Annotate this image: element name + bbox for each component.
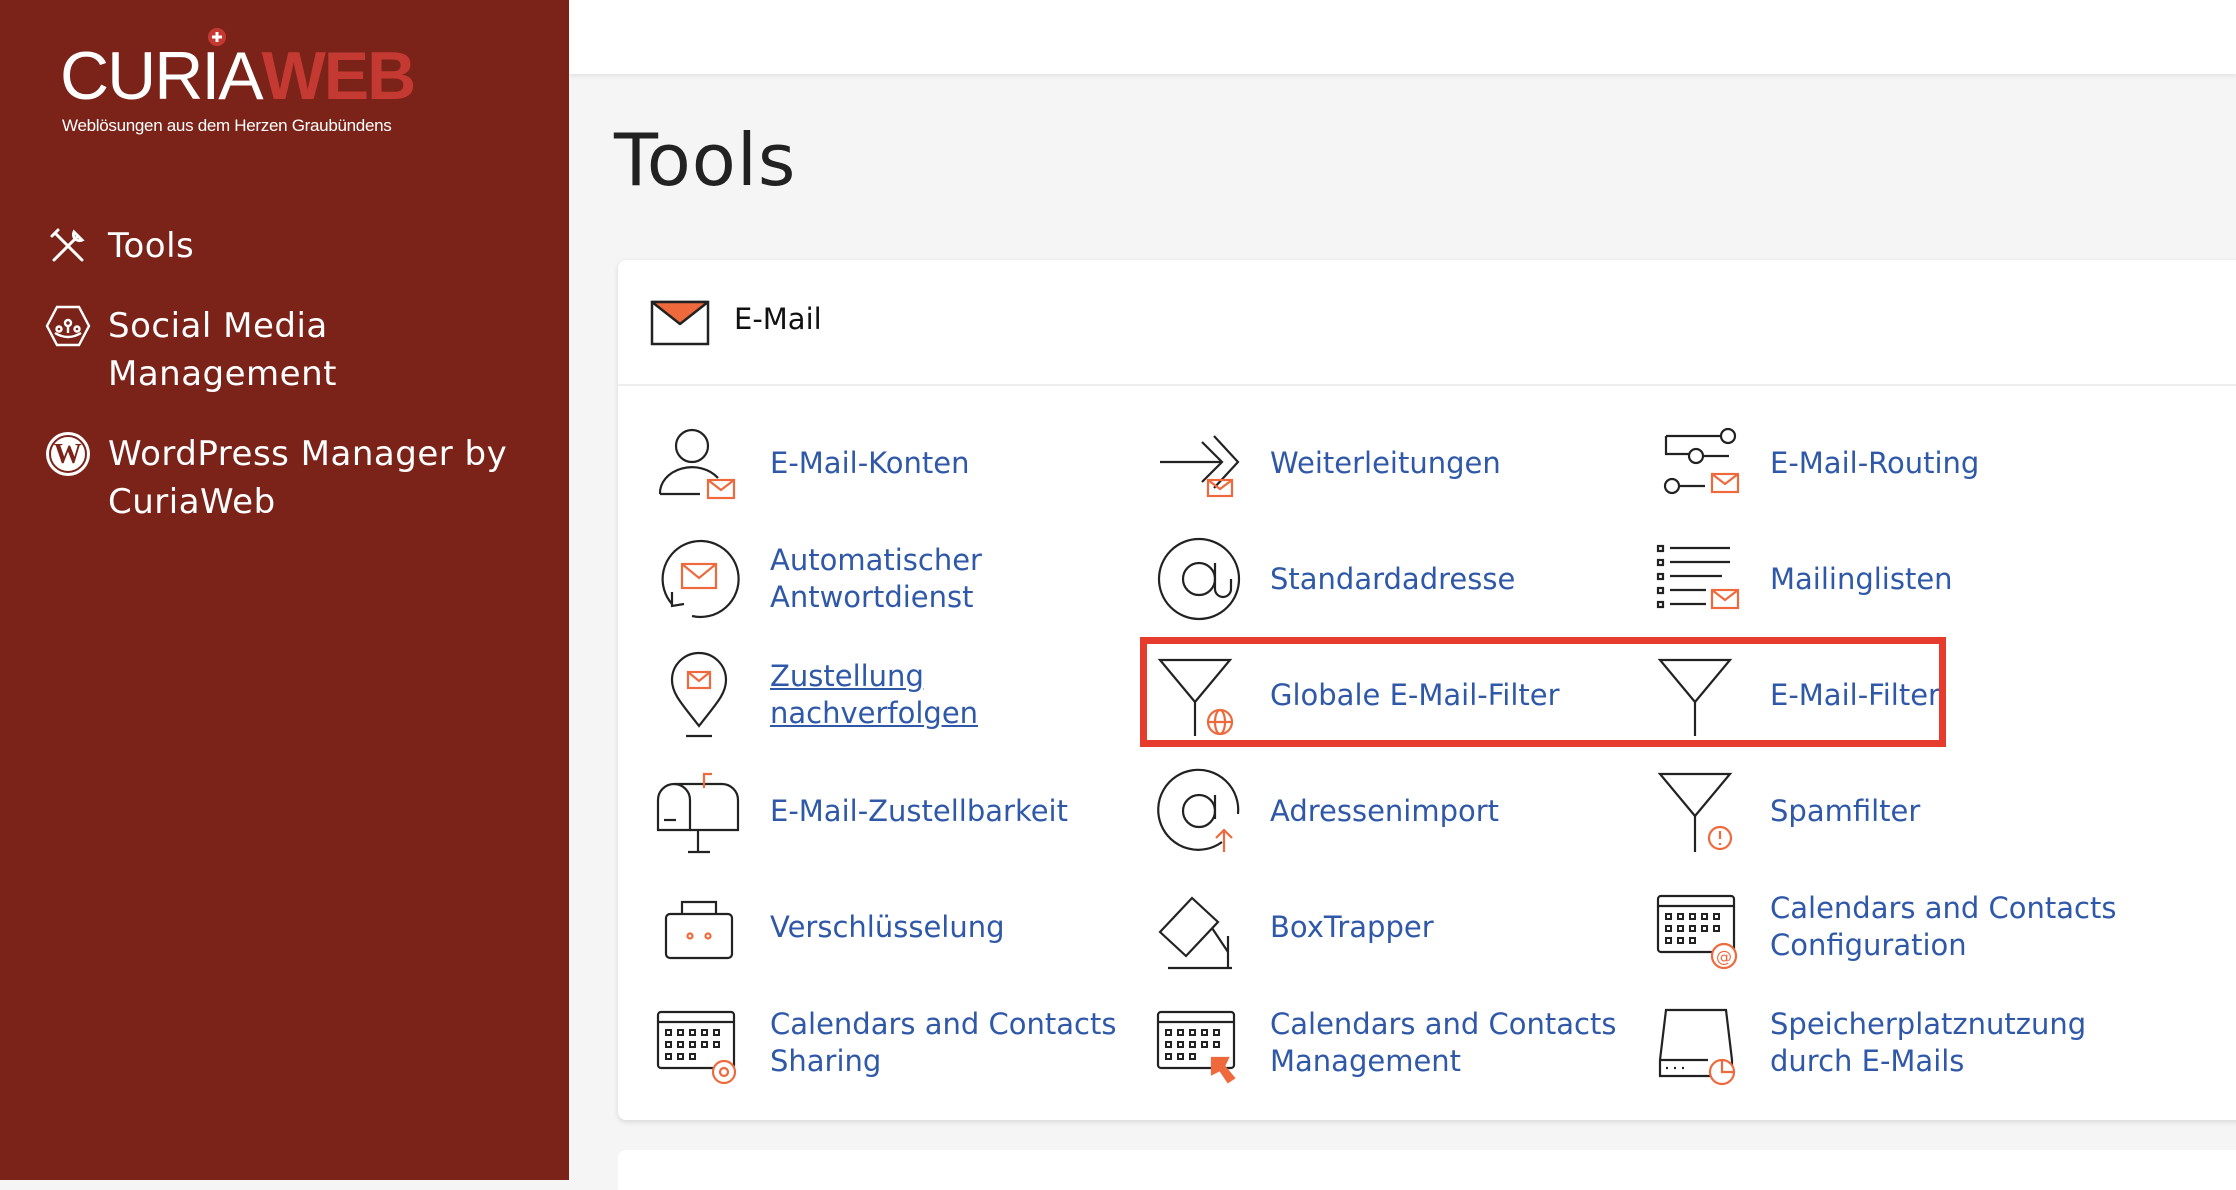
highlight-annotation [1140, 637, 1946, 747]
default-address-icon [1157, 537, 1241, 621]
page-title: Tools [614, 118, 797, 202]
social-media-icon [44, 302, 92, 350]
top-bar [569, 0, 2236, 74]
sidebar: CURIAWEB Weblösungen aus dem Herzen Grau… [0, 0, 569, 1180]
tool-label: Verschlüsselung [770, 909, 1005, 944]
tools-icon [44, 222, 92, 270]
wordpress-icon: W [44, 430, 92, 478]
track-delivery-icon [670, 651, 728, 738]
mailing-lists-icon [1656, 544, 1740, 610]
calendar-config-icon: @ [1656, 894, 1738, 970]
tool-email-routing[interactable]: E-Mail-Routing [1652, 413, 2140, 513]
svg-text:@: @ [1716, 947, 1732, 966]
forwarders-icon [1160, 435, 1240, 498]
calendar-sharing-icon [656, 1010, 737, 1085]
tool-label: Spamfilter [1770, 793, 1921, 828]
tool-boxtrapper[interactable]: BoxTrapper [1152, 877, 1640, 977]
tool-label: Standardadresse [1270, 561, 1516, 596]
calendar-management-icon [1156, 1010, 1236, 1084]
tool-label: Calendars and Contacts Sharing [770, 1007, 1117, 1078]
tool-label: Automatischer Antwortdienst [770, 543, 982, 614]
sidebar-item-label: Tools [108, 226, 195, 266]
sidebar-item-tools[interactable]: Tools [44, 222, 528, 270]
autoresponder-icon [661, 539, 740, 619]
curiaweb-logo[interactable]: CURIAWEB Weblösungen aus dem Herzen Grau… [60, 24, 480, 144]
tool-default-address[interactable]: Standardadresse [1152, 529, 1640, 629]
address-import-icon [1157, 768, 1240, 852]
tool-label: Weiterleitungen [1270, 445, 1501, 480]
email-accounts-icon [658, 428, 736, 500]
envelope-icon [650, 300, 710, 346]
tool-calendar-management[interactable]: Calendars and Contacts Management [1152, 993, 1640, 1093]
disk-usage-icon [1658, 1008, 1736, 1086]
sidebar-item-wordpress[interactable]: W WordPress Manager by CuriaWeb [44, 430, 528, 526]
tool-spam-filter[interactable]: Spamfilter [1652, 761, 2140, 861]
sidebar-item-social-media[interactable]: Social Media Management [44, 302, 528, 398]
svg-text:W: W [54, 439, 83, 470]
tool-label: BoxTrapper [1270, 909, 1434, 944]
email-routing-icon [1663, 427, 1740, 495]
tool-email-accounts[interactable]: E-Mail-Konten [652, 413, 1140, 513]
boxtrapper-icon [1158, 896, 1232, 970]
tool-label: E-Mail-Routing [1770, 445, 1980, 480]
tool-calendar-config[interactable]: @ Calendars and Contacts Configuration [1652, 877, 2140, 977]
tool-label: Calendars and Contacts Configuration [1770, 891, 2117, 962]
logo-wordmark: CURIAWEB [60, 38, 416, 114]
email-deliverability-icon [656, 772, 740, 854]
tool-forwarders[interactable]: Weiterleitungen [1152, 413, 1640, 513]
tool-label: Mailinglisten [1770, 561, 1953, 596]
tool-track-delivery[interactable]: Zustellung nachverfolgen [652, 645, 1140, 745]
tool-label: E-Mail-Zustellbarkeit [770, 793, 1068, 828]
tool-address-import[interactable]: Adressenimport [1152, 761, 1640, 861]
tool-label: Speicherplatznutzung durch E-Mails [1770, 1007, 2087, 1078]
sidebar-item-label: WordPress Manager by CuriaWeb [108, 434, 508, 522]
tool-email-deliverability[interactable]: E-Mail-Zustellbarkeit [652, 761, 1140, 861]
tool-disk-usage[interactable]: Speicherplatznutzung durch E-Mails [1652, 993, 2140, 1093]
tool-calendar-sharing[interactable]: Calendars and Contacts Sharing [652, 993, 1140, 1093]
logo-tagline: Weblösungen aus dem Herzen Graubündens [62, 116, 392, 135]
section-title: E-Mail [734, 302, 822, 336]
section-header[interactable]: E-Mail [618, 260, 2236, 386]
tool-label: Adressenimport [1270, 793, 1500, 828]
encryption-icon [664, 900, 734, 960]
spam-filter-icon [1657, 772, 1733, 852]
next-section-panel [618, 1150, 2236, 1190]
tool-label: E-Mail-Konten [770, 445, 970, 480]
tool-encryption[interactable]: Verschlüsselung [652, 877, 1140, 977]
tool-mailing-lists[interactable]: Mailinglisten [1652, 529, 2140, 629]
tool-autoresponder[interactable]: Automatischer Antwortdienst [652, 529, 1140, 629]
tool-label: Zustellung nachverfolgen [770, 659, 979, 730]
sidebar-item-label: Social Media Management [108, 306, 337, 394]
tool-label: Calendars and Contacts Management [1270, 1007, 1617, 1078]
